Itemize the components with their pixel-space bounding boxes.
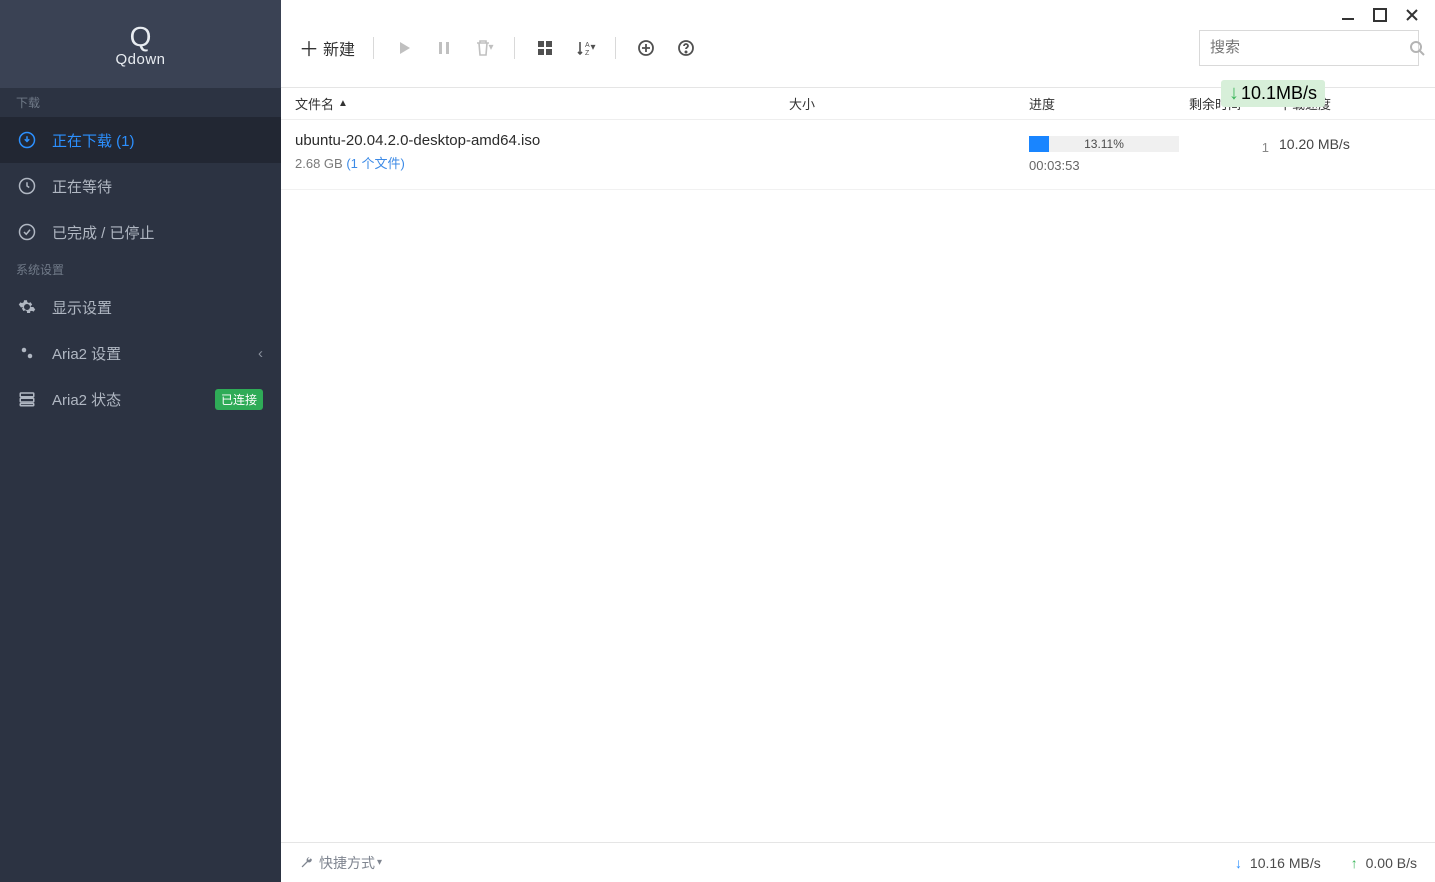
column-header-name[interactable]: 文件名 ▲ xyxy=(295,94,789,113)
chevron-down-icon: ▾ xyxy=(377,857,382,868)
download-list: ubuntu-20.04.2.0-desktop-amd64.iso 2.68 … xyxy=(281,120,1435,842)
chevron-down-icon: ▾ xyxy=(591,42,596,53)
sidebar-item-label: 正在下载 (1) xyxy=(52,130,135,151)
logo-text: Qdown xyxy=(115,51,165,68)
sidebar-item-label: 显示设置 xyxy=(52,297,112,318)
speed-float-value: 10.1MB/s xyxy=(1241,83,1317,104)
pause-button[interactable] xyxy=(424,28,464,68)
speed-floating-badge: ↓ 10.1MB/s xyxy=(1221,80,1325,107)
sidebar-item-label: 正在等待 xyxy=(52,176,112,197)
remaining-time: 00:03:53 xyxy=(1029,158,1189,173)
down-arrow-icon: ↓ xyxy=(1229,82,1239,105)
column-header-progress[interactable]: 进度 xyxy=(1029,94,1189,113)
chevron-down-icon: ▾ xyxy=(489,42,494,53)
svg-text:Z: Z xyxy=(585,50,590,57)
search-input[interactable] xyxy=(1210,39,1409,56)
new-button-label: 新建 xyxy=(323,36,355,60)
progress-cell: 13.11% 00:03:53 xyxy=(1029,132,1189,173)
sidebar-item-display-settings[interactable]: 显示设置 xyxy=(0,284,281,330)
sidebar-section-settings: 系统设置 xyxy=(0,255,281,284)
sidebar-item-downloading[interactable]: 正在下载 (1) xyxy=(0,117,281,163)
gear-icon xyxy=(18,298,40,316)
column-header-size[interactable]: 大小 xyxy=(789,94,1029,113)
svg-text:A: A xyxy=(585,42,590,49)
server-icon xyxy=(18,390,40,408)
file-count-link[interactable]: (1 个文件) xyxy=(346,156,405,171)
status-bar: 快捷方式 ▾ ↓ 10.16 MB/s ↑ 0.00 B/s xyxy=(281,842,1435,882)
remain-cell: 1 xyxy=(1189,132,1279,155)
delete-button[interactable]: ▾ xyxy=(464,28,504,68)
sidebar-item-aria2-settings[interactable]: Aria2 设置 ‹ xyxy=(0,330,281,376)
global-download-speed: ↓ 10.16 MB/s xyxy=(1235,855,1321,871)
sidebar-item-aria2-status[interactable]: Aria2 状态 已连接 xyxy=(0,376,281,422)
sort-button[interactable]: AZ ▾ xyxy=(565,28,605,68)
down-arrow-icon: ↓ xyxy=(1235,855,1242,871)
plus-icon: ＋ xyxy=(299,33,319,62)
connections-count: 1 xyxy=(1189,140,1279,155)
progress-bar: 13.11% xyxy=(1029,136,1179,152)
file-subinfo: 2.68 GB (1 个文件) xyxy=(295,153,789,172)
sidebar: Q Qdown 下载 正在下载 (1) 正在等待 已完成 / 已停止 系统设置 xyxy=(0,0,281,882)
check-circle-icon xyxy=(18,223,40,241)
grid-view-button[interactable] xyxy=(525,28,565,68)
add-button[interactable] xyxy=(626,28,666,68)
sidebar-item-label: Aria2 状态 xyxy=(52,389,121,410)
gears-icon xyxy=(18,344,40,362)
shortcut-label: 快捷方式 xyxy=(319,853,375,873)
search-icon xyxy=(1409,40,1425,56)
sidebar-item-waiting[interactable]: 正在等待 xyxy=(0,163,281,209)
shortcut-button[interactable]: 快捷方式 ▾ xyxy=(299,853,382,873)
logo-icon: Q xyxy=(130,21,152,53)
statusbar-speeds: ↓ 10.16 MB/s ↑ 0.00 B/s xyxy=(1235,855,1417,871)
main-area: ＋ 新建 ▾ AZ ▾ xyxy=(281,0,1435,882)
download-speed: 10.20 MB/s xyxy=(1279,132,1399,152)
progress-percent: 13.11% xyxy=(1029,136,1179,152)
wrench-icon xyxy=(299,856,313,870)
sort-asc-icon: ▲ xyxy=(338,98,348,109)
toolbar-separator xyxy=(373,37,374,59)
table-row[interactable]: ubuntu-20.04.2.0-desktop-amd64.iso 2.68 … xyxy=(281,120,1435,190)
size-cell xyxy=(789,132,1029,150)
start-button[interactable] xyxy=(384,28,424,68)
sidebar-item-label: Aria2 设置 xyxy=(52,343,121,364)
sidebar-item-finished[interactable]: 已完成 / 已停止 xyxy=(0,209,281,255)
logo-area: Q Qdown xyxy=(0,0,281,88)
connection-status-badge: 已连接 xyxy=(215,389,263,410)
clock-icon xyxy=(18,177,40,195)
sidebar-item-label: 已完成 / 已停止 xyxy=(52,222,155,243)
file-size: 2.68 GB xyxy=(295,156,343,171)
toolbar-separator xyxy=(514,37,515,59)
app-window: Q Qdown 下载 正在下载 (1) 正在等待 已完成 / 已停止 系统设置 xyxy=(0,0,1435,882)
sidebar-section-downloads: 下载 xyxy=(0,88,281,117)
chevron-left-icon: ‹ xyxy=(258,345,263,362)
toolbar-separator xyxy=(615,37,616,59)
help-button[interactable] xyxy=(666,28,706,68)
global-upload-speed: ↑ 0.00 B/s xyxy=(1351,855,1417,871)
new-task-button[interactable]: ＋ 新建 xyxy=(291,28,363,68)
up-arrow-icon: ↑ xyxy=(1351,855,1358,871)
file-info-cell: ubuntu-20.04.2.0-desktop-amd64.iso 2.68 … xyxy=(295,132,789,172)
search-box[interactable] xyxy=(1199,30,1419,66)
file-name: ubuntu-20.04.2.0-desktop-amd64.iso xyxy=(295,132,789,149)
download-active-icon xyxy=(18,131,40,149)
toolbar: ＋ 新建 ▾ AZ ▾ xyxy=(281,8,1435,88)
